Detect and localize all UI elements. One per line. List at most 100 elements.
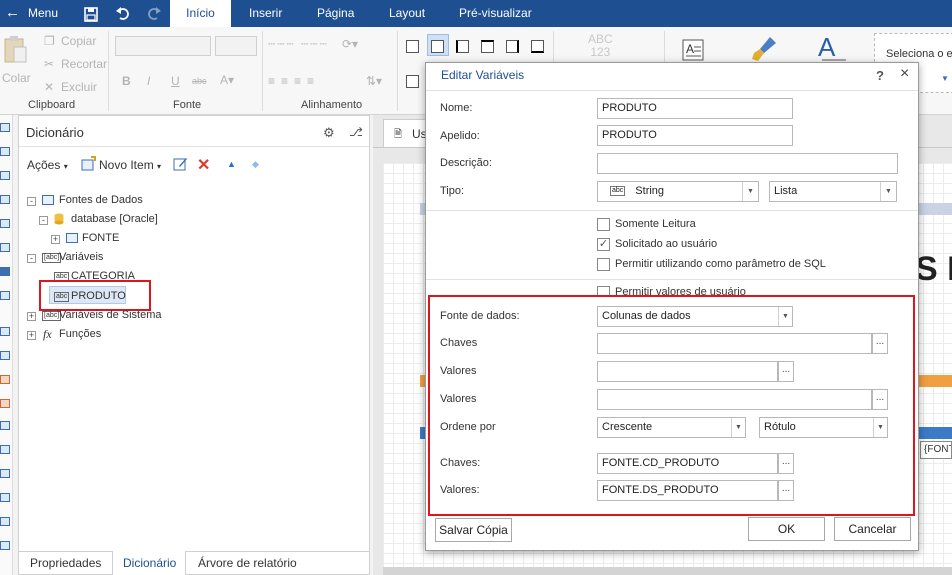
horizontal-align-icons[interactable]: ≡≡≡≡ (268, 74, 320, 88)
cancel-button[interactable]: Cancelar (834, 517, 911, 541)
underline-icon[interactable]: U (171, 74, 180, 88)
delete-button[interactable]: Excluir (61, 80, 97, 94)
line-spacing-icon[interactable]: ⇅▾ (366, 74, 382, 88)
chevron-down-icon[interactable]: ▼ (880, 182, 896, 201)
tab-dicionario[interactable]: Dicionário (123, 551, 176, 575)
gear-icon[interactable]: ⚙ (323, 125, 335, 141)
values2-input[interactable] (597, 389, 872, 410)
border-left-icon[interactable] (456, 40, 469, 53)
actions-menu[interactable]: Ações ▾ (27, 158, 68, 172)
strikethrough-icon[interactable]: abc (192, 76, 207, 86)
values-column-input[interactable]: FONTE.DS_PRODUTO (597, 480, 778, 501)
font-style-icon[interactable]: A (818, 32, 848, 65)
keys-column-browse-button[interactable]: ... (778, 453, 794, 474)
vertical-align-icons[interactable]: ┄┄┄ ┄┄┄ (268, 37, 329, 51)
expander-fontes[interactable]: - (27, 197, 36, 206)
toolbox-item-icon[interactable] (0, 147, 10, 156)
keys-input[interactable] (597, 333, 872, 354)
tab-inserir[interactable]: Inserir (249, 0, 282, 27)
chevron-down-icon[interactable]: ▼ (873, 418, 887, 437)
back-arrow-icon[interactable]: ← (5, 0, 20, 27)
ok-button[interactable]: OK (748, 517, 825, 541)
toolbox-item-icon[interactable] (0, 351, 10, 360)
values1-browse-button[interactable]: ... (778, 361, 794, 382)
new-item-menu[interactable]: Novo Item ▾ (99, 158, 161, 172)
toolbox-item-icon[interactable] (0, 243, 10, 252)
sql-param-checkbox[interactable] (597, 258, 610, 271)
toolbox-item-icon[interactable] (0, 493, 10, 502)
tree-item-system-vars[interactable]: Variáveis de Sistema (59, 309, 162, 321)
readonly-checkbox[interactable] (597, 218, 610, 231)
pin-icon[interactable]: ⎇ (349, 125, 363, 139)
chevron-down-icon[interactable]: ▼ (778, 307, 792, 326)
toolbox-item-icon[interactable] (0, 291, 10, 300)
chevron-down-icon[interactable]: ▼ (742, 182, 758, 201)
tree-item-data-sources[interactable]: Fontes de Dados (59, 194, 143, 206)
toolbox-item-icon[interactable] (0, 267, 10, 276)
toolbox-item-icon[interactable] (0, 469, 10, 478)
values1-input[interactable] (597, 361, 778, 382)
tab-pre-visualizar[interactable]: Pré-visualizar (459, 0, 532, 27)
type-kind-combo[interactable]: Lista ▼ (769, 181, 897, 202)
save-copy-button[interactable]: Salvar Cópia (435, 518, 512, 542)
border-style-icon[interactable] (406, 75, 419, 88)
border-none-icon[interactable] (431, 40, 444, 53)
paste-label[interactable]: Colar (2, 71, 31, 85)
expander-database[interactable]: - (39, 216, 48, 225)
alias-input[interactable]: PRODUTO (597, 125, 793, 146)
type-combo[interactable]: abc String ▼ (597, 181, 759, 202)
expander-system-vars[interactable]: + (27, 312, 36, 321)
italic-icon[interactable]: I (147, 74, 150, 88)
order-by-combo[interactable]: Rótulo ▼ (759, 417, 888, 438)
expander-variaveis[interactable]: - (27, 254, 36, 263)
close-button[interactable]: × (900, 65, 909, 83)
cut-button[interactable]: Recortar (61, 57, 107, 71)
paste-icon[interactable] (2, 35, 28, 65)
values-column-browse-button[interactable]: ... (778, 480, 794, 501)
values2-browse-button[interactable]: ... (872, 389, 888, 410)
tree-item-variables[interactable]: Variáveis (59, 251, 103, 263)
tree-item-fonte[interactable]: FONTE (82, 232, 119, 244)
tree-item-functions[interactable]: Funções (59, 328, 101, 340)
chevron-down-icon[interactable]: ▼ (731, 418, 745, 437)
toolbox-item-icon[interactable] (0, 399, 10, 408)
move-up-icon[interactable]: ▲ (227, 159, 236, 169)
border-all-icon[interactable] (406, 40, 419, 53)
report-cell[interactable]: {FONT (920, 441, 952, 459)
copy-button[interactable]: Copiar (61, 34, 96, 48)
keys-browse-button[interactable]: ... (872, 333, 888, 354)
style-preview[interactable]: ABC 123 (588, 33, 613, 59)
toolbox-item-icon[interactable] (0, 171, 10, 180)
toolbox-item-icon[interactable] (0, 195, 10, 204)
tab-inicio[interactable]: Início (170, 0, 231, 27)
tab-propriedades[interactable]: Propriedades (30, 551, 101, 575)
toolbox-item-icon[interactable] (0, 541, 10, 550)
expander-fonte[interactable]: + (51, 235, 60, 244)
toolbox-item-icon[interactable] (0, 327, 10, 336)
menu-button[interactable]: Menu (28, 0, 58, 27)
tree-item-database[interactable]: database [Oracle] (71, 213, 158, 225)
expander-functions[interactable]: + (27, 331, 36, 340)
help-button[interactable]: ? (876, 68, 884, 83)
toolbox-item-icon[interactable] (0, 219, 10, 228)
toolbox-item-icon[interactable] (0, 123, 10, 132)
toolbox-item-icon[interactable] (0, 445, 10, 454)
description-input[interactable] (597, 153, 898, 174)
keys-column-input[interactable]: FONTE.CD_PRODUTO (597, 453, 778, 474)
border-top-icon[interactable] (481, 40, 494, 53)
move-down-icon[interactable]: ◆ (252, 159, 259, 170)
requested-checkbox[interactable]: ✓ (597, 238, 610, 251)
order-combo[interactable]: Crescente ▼ (597, 417, 746, 438)
edit-icon[interactable] (173, 156, 188, 174)
font-color-icon[interactable]: A▾ (220, 73, 234, 87)
bold-icon[interactable]: B (122, 74, 131, 88)
border-right-icon[interactable] (506, 40, 519, 53)
tab-arvore-relatorio[interactable]: Árvore de relatório (198, 551, 297, 575)
name-input[interactable]: PRODUTO (597, 98, 793, 119)
toolbox-item-icon[interactable] (0, 421, 10, 430)
delete-item-icon[interactable]: ✕ (197, 155, 210, 175)
tab-pagina[interactable]: Página (317, 0, 354, 27)
datasource-combo[interactable]: Colunas de dados ▼ (597, 306, 793, 327)
tab-layout[interactable]: Layout (389, 0, 425, 27)
font-size-combo[interactable] (215, 36, 257, 56)
